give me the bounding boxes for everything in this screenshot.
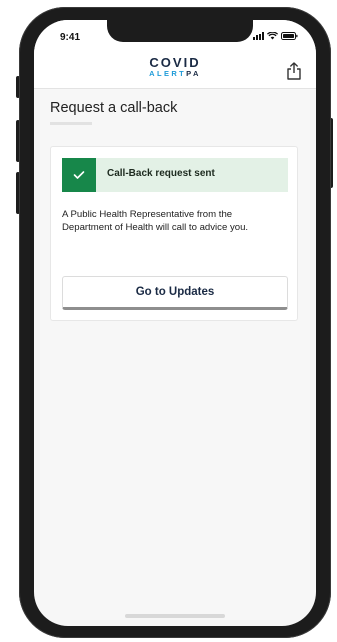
status-icons	[253, 32, 298, 40]
phone-screen: 9:41 COVID ALERTPA Request a call-back C…	[34, 20, 316, 626]
share-icon[interactable]	[286, 62, 302, 80]
home-indicator	[125, 614, 225, 618]
success-alert: Call-Back request sent	[62, 158, 288, 192]
callback-description: A Public Health Representative from the …	[62, 209, 249, 233]
wifi-icon	[267, 32, 278, 40]
status-time: 9:41	[60, 32, 81, 43]
stage: 9:41 COVID ALERTPA Request a call-back C…	[0, 0, 337, 642]
logo-alertpa-text: ALERTPA	[142, 70, 208, 78]
callback-card: Call-Back request sent A Public Health R…	[50, 146, 298, 321]
covid-alert-pa-logo: COVID ALERTPA	[142, 56, 208, 78]
go-to-updates-button[interactable]: Go to Updates	[62, 276, 288, 310]
battery-icon	[281, 32, 298, 40]
logo-covid-text: COVID	[149, 55, 201, 70]
page-title: Request a call-back	[50, 100, 178, 116]
signal-icon	[253, 32, 264, 40]
check-icon	[62, 158, 96, 192]
logo-alert-text: ALERT	[149, 69, 187, 78]
app-bar: COVID ALERTPA	[34, 54, 316, 89]
logo-pa-text: PA	[186, 69, 201, 78]
title-underline	[50, 122, 92, 125]
notch	[107, 20, 253, 42]
alert-message: Call-Back request sent	[107, 168, 215, 179]
